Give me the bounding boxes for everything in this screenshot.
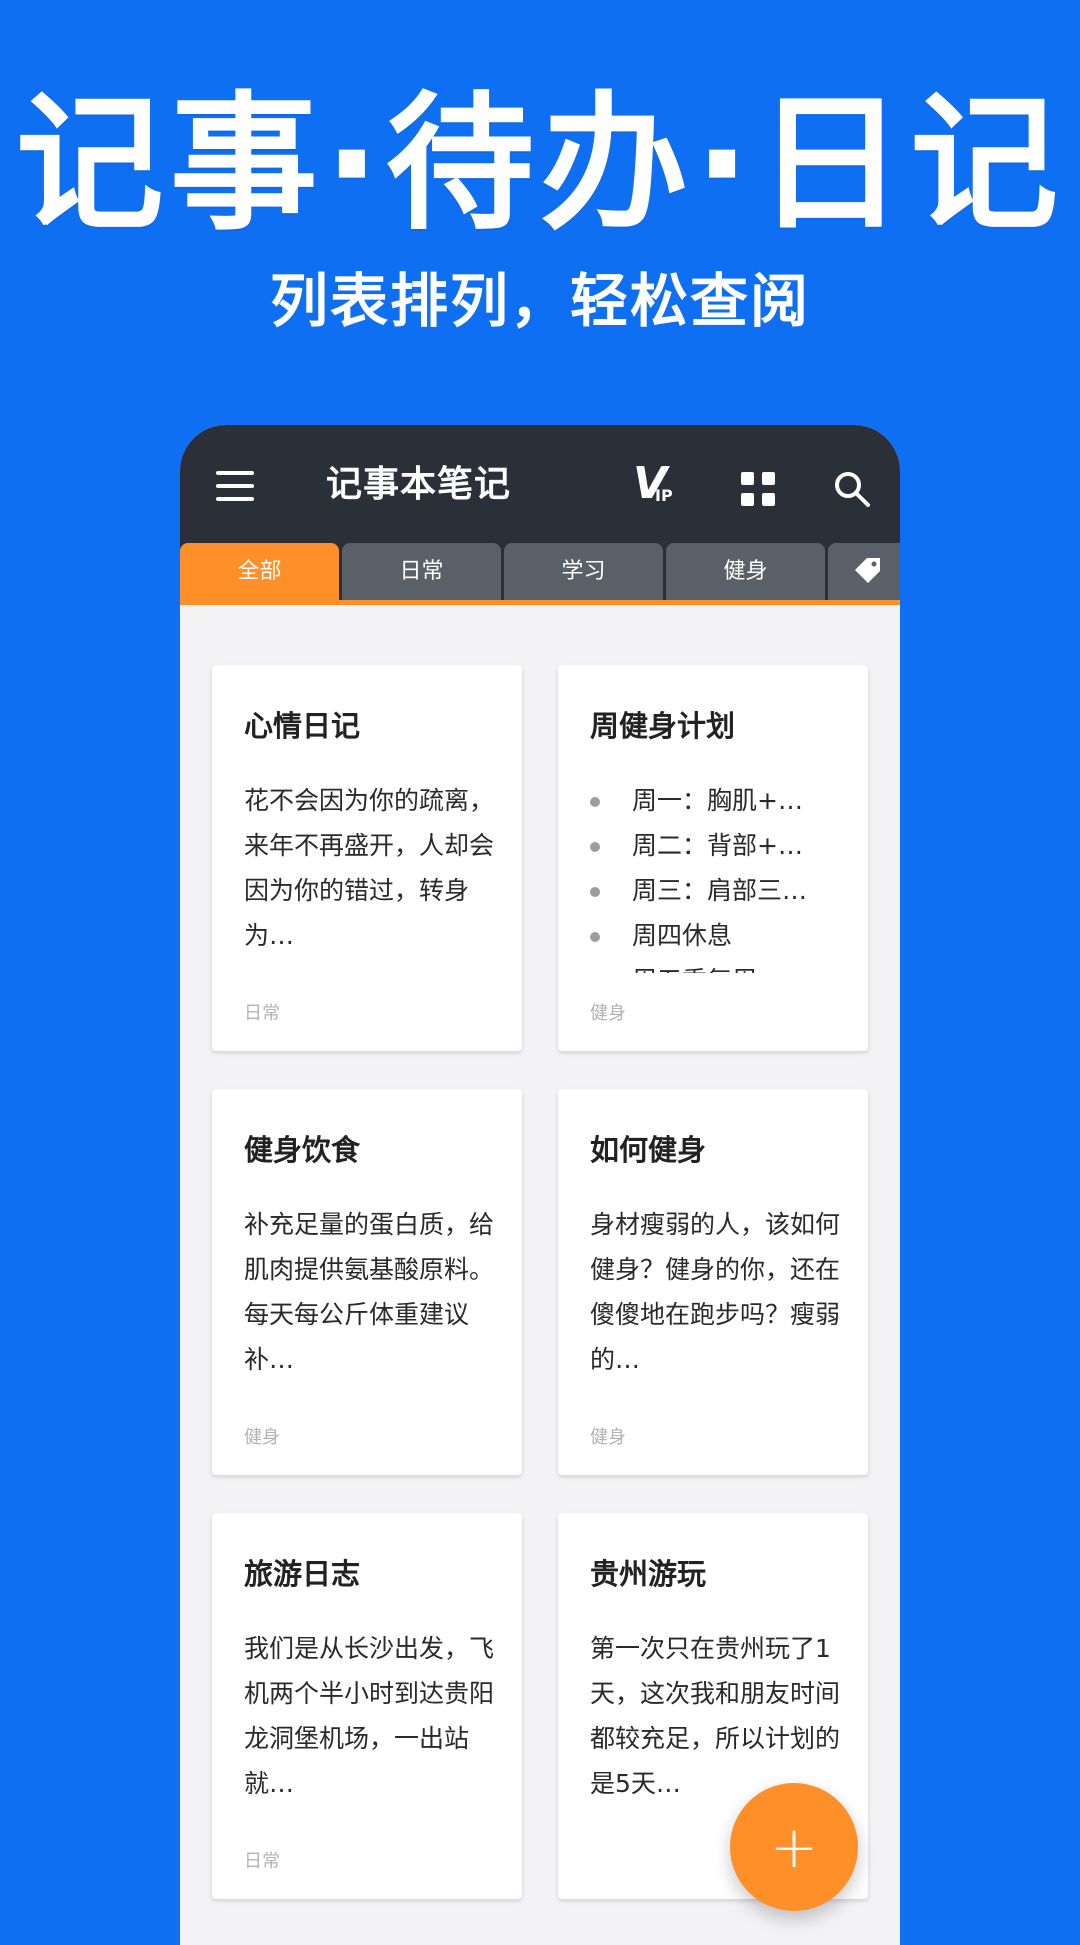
note-checklist: 周一：胸肌+… 周二：背部+… 周三：肩部三… 周四休息 周五重复周一 [590, 778, 845, 973]
search-icon[interactable] [832, 469, 872, 509]
note-card[interactable]: 健身饮食 补充足量的蛋白质，给肌肉提供氨基酸原料。每天每公斤体重建议补… 健身 [212, 1089, 522, 1475]
note-title: 旅游日志 [244, 1557, 361, 1591]
promo-title: 记事·待办·日记 [15, 78, 1065, 250]
note-title: 贵州游玩 [590, 1557, 707, 1591]
checklist-item: 周一：胸肌+… [590, 778, 845, 823]
plus-icon: + [769, 1813, 819, 1881]
note-preview: 身材瘦弱的人，该如何健身？健身的你，还在傻傻地在跑步吗？瘦弱的… [590, 1209, 840, 1374]
menu-icon[interactable] [216, 471, 254, 501]
note-tag: 健身 [244, 1427, 280, 1448]
vip-icon[interactable]: V IP [633, 462, 679, 510]
add-note-button[interactable]: + [730, 1783, 858, 1911]
note-preview: 我们是从长沙出发，飞机两个半小时到达贵阳龙洞堡机场，一出站就… [244, 1633, 494, 1798]
phone-screen: 记事本笔记 V IP 全部 日常 学习 健身 心情日记 花不会因为你的疏离，来年… [180, 425, 900, 1945]
note-title: 心情日记 [244, 709, 361, 743]
note-tag: 日常 [244, 1003, 280, 1024]
promo-subtitle: 列表排列，轻松查阅 [269, 267, 810, 335]
note-preview: 花不会因为你的疏离，来年不再盛开，人却会因为你的错过，转身为… [244, 785, 494, 950]
promo-hero: 记事·待办·日记 列表排列，轻松查阅 [0, 0, 1080, 420]
note-card[interactable]: 如何健身 身材瘦弱的人，该如何健身？健身的你，还在傻傻地在跑步吗？瘦弱的… 健身 [558, 1089, 868, 1475]
category-tabs: 全部 日常 学习 健身 [180, 543, 900, 605]
note-preview: 补充足量的蛋白质，给肌肉提供氨基酸原料。每天每公斤体重建议补… [244, 1209, 494, 1374]
note-preview: 第一次只在贵州玩了1天，这次我和朋友时间都较充足，所以计划的是5天… [590, 1633, 840, 1798]
tab-study[interactable]: 学习 [504, 543, 663, 600]
note-card[interactable]: 旅游日志 我们是从长沙出发，飞机两个半小时到达贵阳龙洞堡机场，一出站就… 日常 [212, 1513, 522, 1899]
note-title: 如何健身 [590, 1133, 707, 1167]
note-title: 健身饮食 [244, 1133, 361, 1167]
note-tag: 健身 [590, 1427, 626, 1448]
note-tag: 日常 [244, 1851, 280, 1872]
checklist-item: 周五重复周一 [590, 958, 845, 973]
note-title: 周健身计划 [590, 709, 736, 743]
note-tag: 健身 [590, 1003, 626, 1024]
app-toolbar: 记事本笔记 V IP [180, 425, 900, 543]
grid-icon[interactable] [741, 472, 775, 506]
tag-icon[interactable] [828, 543, 900, 600]
tab-all[interactable]: 全部 [180, 543, 339, 600]
checklist-item: 周三：肩部三… [590, 868, 845, 913]
app-title: 记事本笔记 [326, 464, 512, 505]
note-card[interactable]: 周健身计划 周一：胸肌+… 周二：背部+… 周三：肩部三… 周四休息 周五重复周… [558, 665, 868, 1051]
tab-fitness[interactable]: 健身 [666, 543, 825, 600]
vip-mark-suffix: IP [655, 486, 673, 505]
notes-grid: 心情日记 花不会因为你的疏离，来年不再盛开，人却会因为你的错过，转身为… 日常 … [180, 605, 900, 1945]
note-card[interactable]: 心情日记 花不会因为你的疏离，来年不再盛开，人却会因为你的错过，转身为… 日常 [212, 665, 522, 1051]
tab-daily[interactable]: 日常 [342, 543, 501, 600]
checklist-item: 周四休息 [590, 913, 845, 958]
checklist-item: 周二：背部+… [590, 823, 845, 868]
